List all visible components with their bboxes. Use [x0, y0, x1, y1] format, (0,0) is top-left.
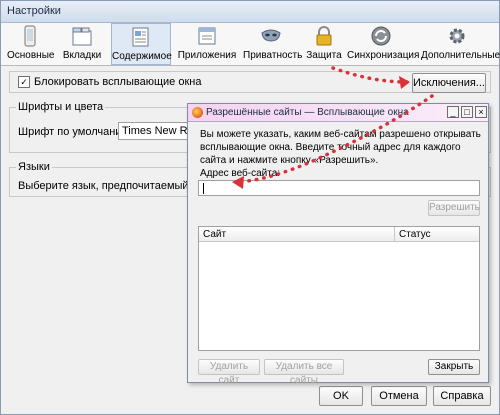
tab-content-label: Содержимое — [112, 51, 172, 62]
popups-group: ✓ Блокировать всплывающие окна Исключения… — [9, 71, 491, 93]
tab-content[interactable]: Содержимое — [111, 23, 172, 65]
address-input[interactable] — [198, 180, 480, 196]
allow-button[interactable]: Разрешить — [428, 200, 480, 216]
applications-icon — [198, 27, 216, 45]
close-icon[interactable]: × — [475, 106, 487, 118]
remove-all-button[interactable]: Удалить все сайты — [264, 359, 344, 386]
tab-general-label: Основные — [7, 50, 55, 61]
dialog-titlebar[interactable]: Разрешённые сайты — Всплывающие окна _ □… — [188, 104, 488, 122]
text-cursor — [203, 183, 204, 194]
dialog-title: Разрешённые сайты — Всплывающие окна — [206, 107, 409, 118]
help-button[interactable]: Справка — [433, 386, 491, 406]
dialog-description: Вы можете указать, каким веб-сайтам разр… — [200, 129, 481, 166]
default-font-label: Шрифт по умолчанию: — [18, 126, 133, 138]
column-status-header[interactable]: Статус — [395, 227, 479, 242]
languages-group-title: Языки — [16, 161, 52, 173]
content-icon — [132, 27, 149, 47]
tab-applications-label: Приложения — [177, 50, 237, 61]
tab-sync[interactable]: Синхронизация — [347, 23, 420, 65]
close-button[interactable]: Закрыть — [428, 359, 480, 375]
tab-privacy[interactable]: Приватность — [243, 23, 303, 65]
tab-security-label: Защита — [306, 50, 342, 61]
remove-site-button[interactable]: Удалить сайт — [198, 359, 260, 386]
column-site-header[interactable]: Сайт — [199, 227, 395, 242]
tab-sync-label: Синхронизация — [347, 50, 420, 61]
tab-tabs-label: Вкладки — [62, 50, 102, 61]
window-titlebar[interactable]: Настройки — [1, 1, 499, 23]
tab-advanced-label: Дополнительные — [421, 50, 500, 61]
sync-icon — [371, 26, 391, 46]
ok-button[interactable]: OK — [319, 386, 363, 406]
address-label: Адрес веб-сайта: — [200, 168, 281, 179]
tab-applications[interactable]: Приложения — [177, 23, 237, 65]
block-popups-row: ✓ Блокировать всплывающие окна — [18, 76, 202, 89]
fonts-group-title: Шрифты и цвета — [16, 101, 106, 113]
mask-icon — [261, 29, 281, 42]
maximize-icon[interactable]: □ — [461, 106, 473, 118]
sites-table: Сайт Статус — [198, 226, 480, 351]
tab-general[interactable]: Основные — [7, 23, 55, 65]
default-font-select[interactable]: Times New Roman — [118, 122, 198, 140]
block-popups-label: Блокировать всплывающие окна — [34, 76, 202, 88]
window-title: Настройки — [7, 5, 61, 17]
block-popups-checkbox[interactable]: ✓ — [18, 76, 30, 89]
preferences-toolbar: Основные Вкладки Содержимое Приложения П… — [1, 23, 500, 66]
tab-advanced[interactable]: Дополнительные — [421, 23, 500, 65]
tabs-icon — [72, 27, 92, 46]
allowed-sites-dialog: Разрешённые сайты — Всплывающие окна _ □… — [187, 103, 489, 386]
firefox-icon — [192, 107, 203, 118]
tab-tabs[interactable]: Вкладки — [59, 23, 105, 65]
minimize-icon[interactable]: _ — [447, 106, 459, 118]
tab-security[interactable]: Защита — [305, 23, 343, 65]
exceptions-button[interactable]: Исключения... — [412, 73, 486, 93]
phone-icon — [24, 25, 36, 47]
tab-privacy-label: Приватность — [243, 50, 303, 61]
cancel-button[interactable]: Отмена — [371, 386, 427, 406]
gear-icon — [449, 28, 465, 44]
lock-icon — [316, 26, 332, 46]
